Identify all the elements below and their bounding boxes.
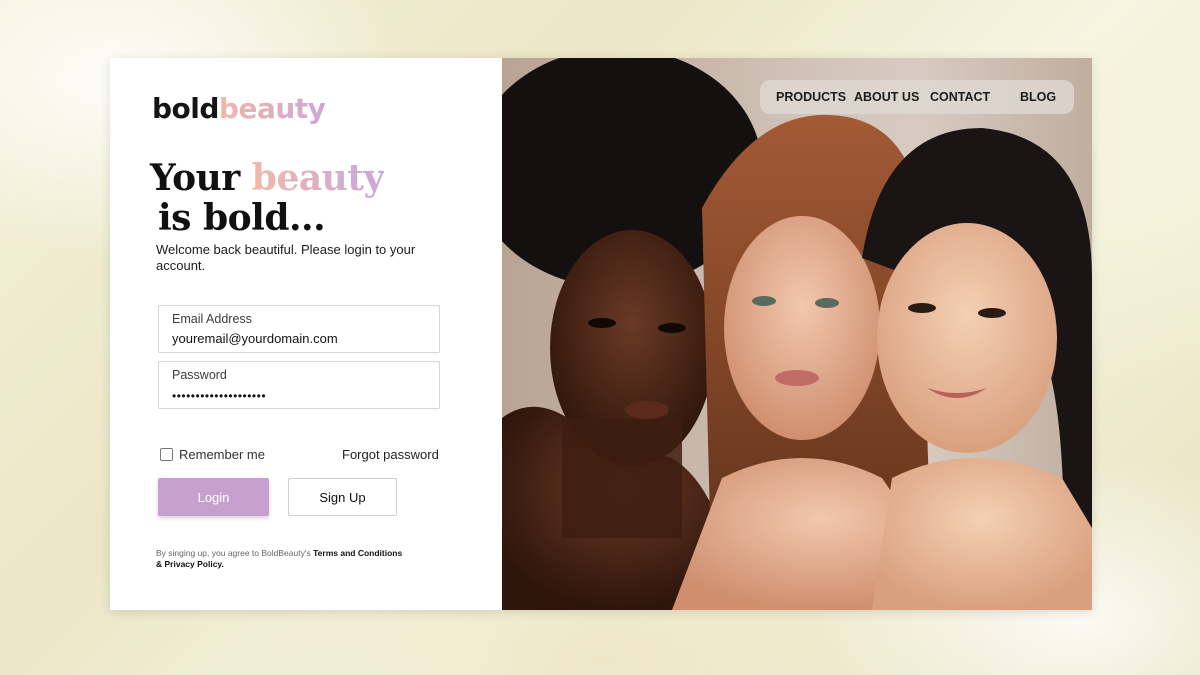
top-nav: PRODUCTS ABOUT US CONTACT BLOG [760,80,1074,114]
welcome-text: Welcome back beautiful. Please login to … [156,242,416,273]
terms-prefix: By singing up, you agree to BoldBeauty's [156,548,311,558]
email-label: Email Address [172,312,252,326]
nav-blog[interactable]: BLOG [1020,90,1056,104]
email-field[interactable]: Email Address youremail@yourdomain.com [158,305,440,353]
remember-label: Remember me [179,447,265,462]
remember-me[interactable]: Remember me [160,447,265,462]
nav-about-us[interactable]: ABOUT US [854,90,919,104]
login-card: boldbeauty Your beauty is bold... Welcom… [110,58,1092,610]
brand-logo[interactable]: boldbeauty [152,92,326,125]
password-field[interactable]: Password •••••••••••••••••••• [158,361,440,409]
nav-products[interactable]: PRODUCTS [776,90,846,104]
password-input[interactable]: •••••••••••••••••••• [172,389,426,403]
login-panel: boldbeauty Your beauty is bold... Welcom… [110,58,502,610]
face-right [877,223,1057,453]
password-label: Password [172,368,227,382]
logo-part-bold: bold [152,92,219,125]
headline-accent: beauty [251,157,385,199]
shoulder-right [872,458,1092,610]
page-headline: Your beauty is bold... [150,158,384,238]
face-middle [724,216,880,440]
headline-line2: is bold... [158,197,326,239]
login-button[interactable]: Login [158,478,269,516]
terms-notice: By singing up, you agree to BoldBeauty's… [156,548,406,570]
nav-contact[interactable]: CONTACT [930,90,990,104]
hero-photo [502,58,1092,610]
hero-image: PRODUCTS ABOUT US CONTACT BLOG [502,58,1092,610]
signup-button[interactable]: Sign Up [288,478,397,516]
forgot-password-link[interactable]: Forgot password [342,447,439,462]
logo-part-beauty: beauty [218,92,326,125]
headline-word: Your [150,157,240,199]
email-input[interactable]: youremail@yourdomain.com [172,331,426,346]
remember-checkbox[interactable] [160,448,173,461]
